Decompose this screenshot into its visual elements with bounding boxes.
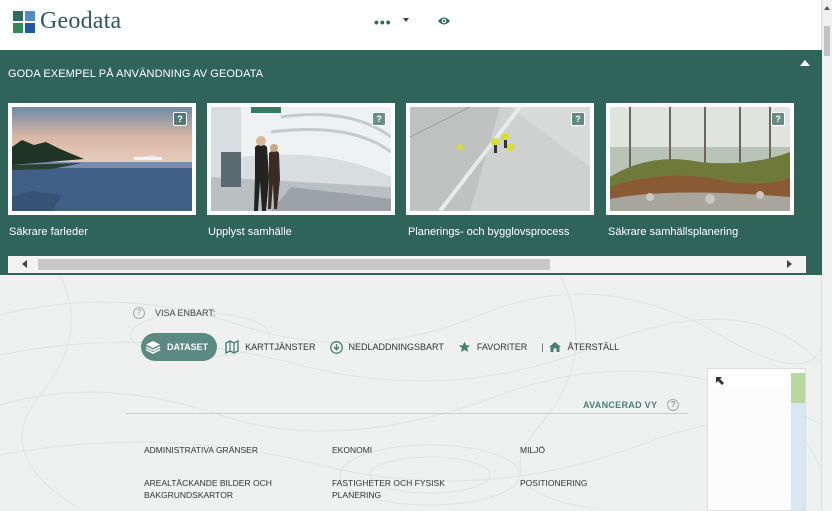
visa-enbart-label: VISA ENBART: — [155, 308, 216, 318]
filter-separator: | — [541, 342, 544, 352]
visa-enbart-row: ? VISA ENBART: — [133, 307, 215, 319]
map-preview[interactable] — [707, 368, 806, 511]
filter-favoriter-label: FAVORITER — [476, 342, 528, 352]
collapse-icon[interactable] — [800, 60, 810, 66]
download-icon — [329, 340, 343, 354]
showcase-title: GODA EXEMPEL PÅ ANVÄNDNING AV GEODATA — [8, 68, 264, 80]
category-link[interactable]: ADMINISTRATIVA GRÄNSER — [144, 444, 304, 456]
showcase-card[interactable]: ? — [606, 103, 794, 215]
filter-bar: DATASET KARTTJÄNSTER NEDLADDNINGSBART FA… — [141, 333, 633, 361]
help-icon[interactable]: ? — [667, 399, 680, 411]
layers-icon — [145, 341, 161, 354]
carousel-scrollbar[interactable] — [8, 256, 806, 273]
category-link[interactable]: MILJÖ — [520, 444, 680, 456]
logo-text: Geodata — [40, 8, 122, 34]
carousel-scrollbar-thumb[interactable] — [38, 259, 550, 270]
page-scrollbar-thumb[interactable] — [824, 26, 830, 56]
showcase-card[interactable]: ? — [8, 103, 196, 215]
category-link[interactable]: FASTIGHETER OCH FYSISK PLANERING — [332, 477, 462, 501]
chevron-down-icon[interactable] — [403, 18, 409, 22]
advanced-view-link[interactable]: AVANCERAD VY — [583, 400, 657, 410]
card-label[interactable]: Säkrare farleder — [9, 226, 88, 238]
archipelago-ship-photo: ? — [12, 107, 192, 211]
map-icon — [225, 340, 239, 354]
help-icon[interactable]: ? — [173, 112, 187, 126]
card-label[interactable]: Planerings- och bygglovsprocess — [408, 226, 569, 238]
forest-slope-photo: ? — [610, 107, 790, 211]
star-icon — [458, 341, 471, 352]
page-scrollbar[interactable] — [821, 0, 832, 509]
scroll-left-icon[interactable] — [22, 260, 27, 268]
showcase-card[interactable]: ? — [406, 103, 594, 215]
help-icon[interactable]: ? — [133, 307, 145, 319]
filter-nedladdningsbart-label: NEDLADDNINGSBART — [348, 342, 444, 352]
category-link[interactable]: EKONOMI — [332, 444, 492, 456]
construction-site-aerial-photo: ? — [410, 107, 590, 211]
geodata-logo[interactable]: Geodata — [13, 8, 121, 35]
filter-aterstall-button[interactable]: ÅTERSTÄLL — [548, 341, 620, 353]
filter-dataset-button[interactable]: DATASET — [141, 333, 218, 361]
showcase-card[interactable]: ? — [207, 103, 395, 215]
scroll-right-icon[interactable] — [787, 260, 792, 268]
category-link[interactable]: POSITIONERING — [520, 477, 680, 489]
header: Geodata ••• — [0, 0, 822, 50]
metro-tunnel-photo: ? — [211, 107, 391, 211]
home-icon — [548, 342, 561, 352]
filter-karttjanster-button[interactable]: KARTTJÄNSTER — [225, 340, 316, 354]
showcase-panel: GODA EXEMPEL PÅ ANVÄNDNING AV GEODATA ? — [0, 50, 822, 275]
card-label[interactable]: Upplyst samhälle — [208, 226, 292, 238]
contour-background — [0, 275, 822, 509]
help-icon[interactable]: ? — [771, 112, 785, 126]
filter-dataset-label: DATASET — [167, 342, 209, 352]
more-menu-icon[interactable]: ••• — [374, 14, 392, 30]
filter-favoriter-button[interactable]: FAVORITER — [458, 341, 527, 353]
category-link[interactable]: AREALTÄCKANDE BILDER OCH BAKGRUNDSKARTOR — [144, 477, 294, 501]
filter-nedladdningsbart-button[interactable]: NEDLADDNINGSBART — [329, 340, 444, 354]
eye-icon[interactable] — [437, 15, 451, 27]
divider — [126, 413, 688, 414]
scroll-up-icon[interactable] — [824, 6, 830, 10]
help-icon[interactable]: ? — [571, 112, 585, 126]
help-icon[interactable]: ? — [372, 112, 386, 126]
map-terrain-strip — [791, 373, 805, 510]
logo-mark-icon — [13, 10, 35, 33]
card-label[interactable]: Säkrare samhällsplanering — [608, 226, 738, 238]
advanced-view: AVANCERAD VY ? — [583, 399, 680, 411]
filter-karttjanster-label: KARTTJÄNSTER — [245, 342, 316, 352]
filter-aterstall-label: ÅTERSTÄLL — [567, 342, 620, 352]
expand-arrow-icon[interactable] — [715, 376, 725, 386]
